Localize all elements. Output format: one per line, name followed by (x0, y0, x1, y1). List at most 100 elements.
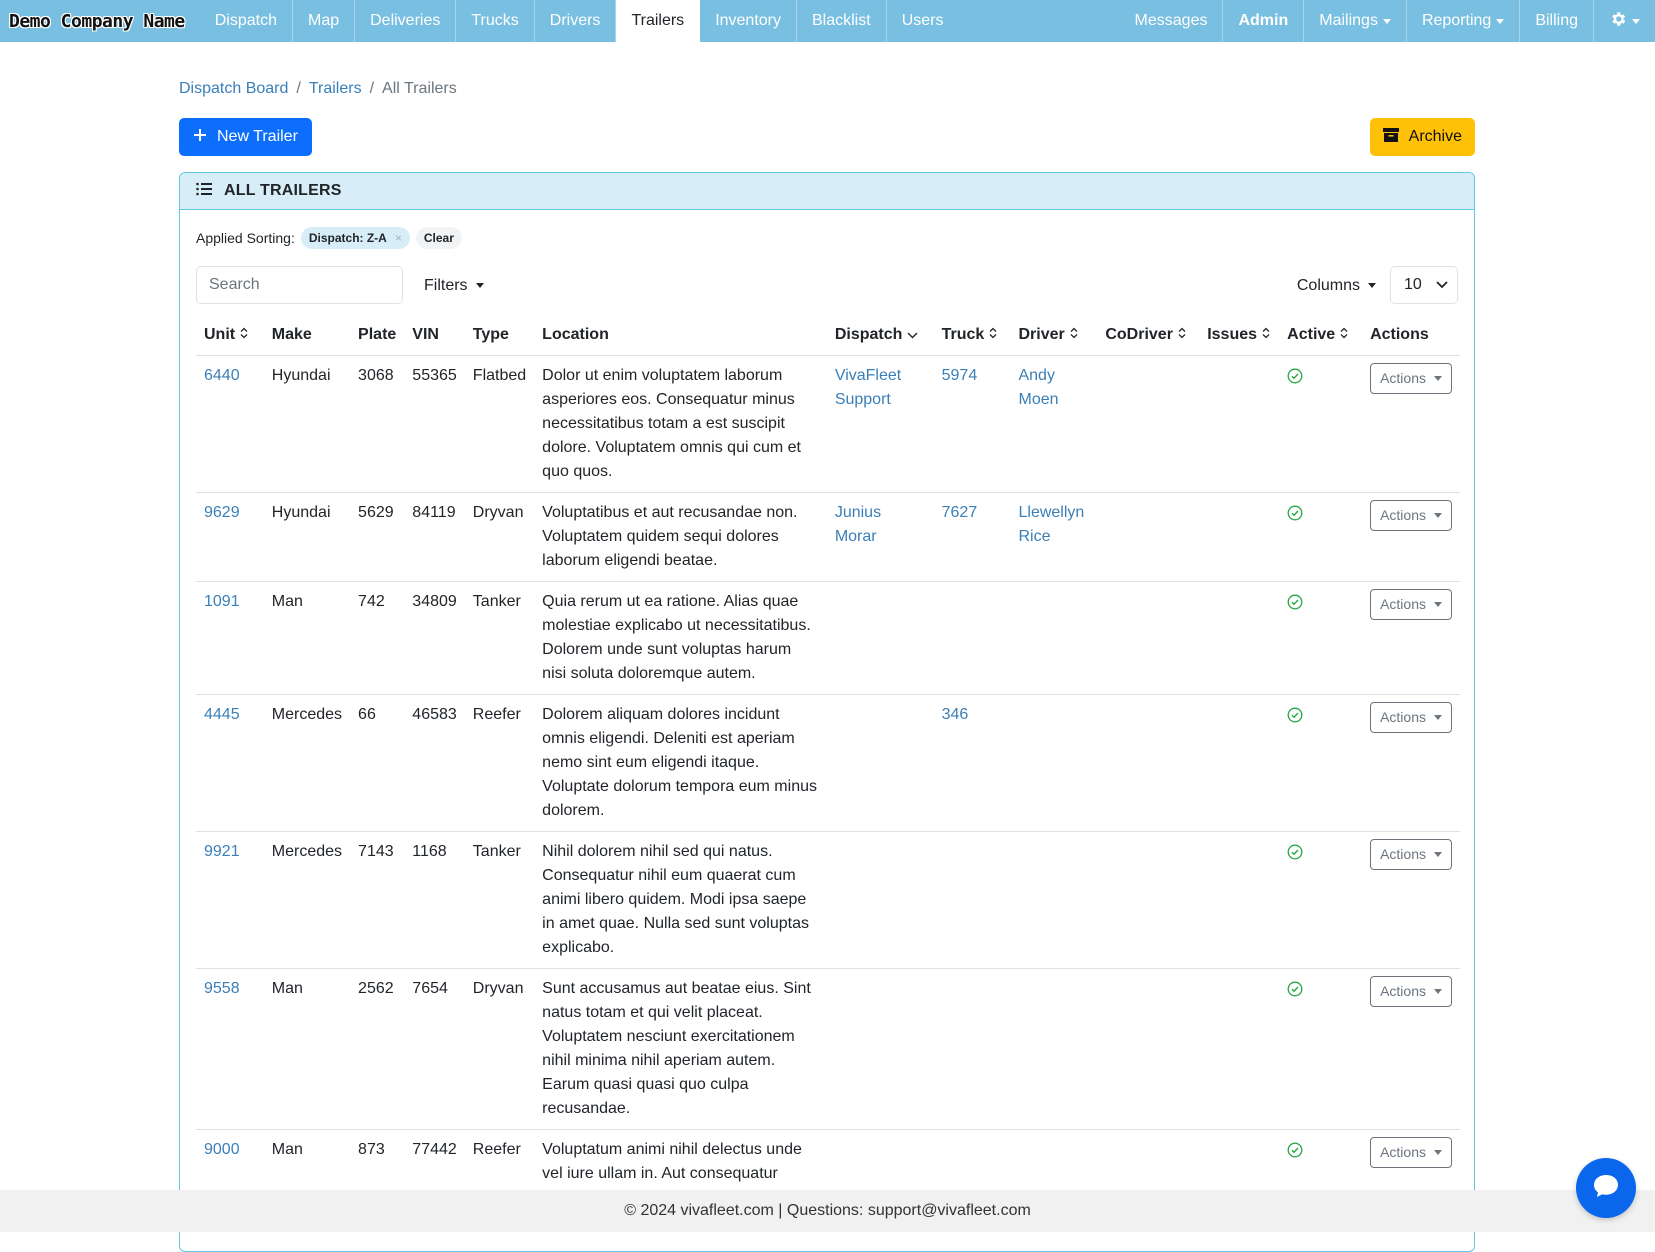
caret-down-icon (1434, 988, 1442, 994)
unit-link[interactable]: 9558 (204, 980, 240, 997)
nav-messages[interactable]: Messages (1120, 0, 1224, 42)
row-actions-button[interactable]: Actions (1370, 838, 1452, 870)
row-actions-label: Actions (1380, 846, 1426, 862)
cell-plate: 66 (350, 694, 405, 832)
cell-location: Quia rerum ut ea ratione. Alias quae mol… (534, 581, 827, 695)
header-active[interactable]: Active (1279, 315, 1363, 356)
dispatch-link[interactable]: VivaFleet Support (835, 367, 901, 408)
clear-sorting-button[interactable]: Clear (415, 227, 462, 249)
nav-dispatch[interactable]: Dispatch (200, 0, 293, 42)
cell-codriver (1097, 968, 1200, 1130)
cell-vin: 7654 (404, 968, 465, 1130)
footer-text: © 2024 vivafleet.com | Questions: suppor… (624, 1202, 1031, 1219)
row-actions-label: Actions (1380, 983, 1426, 999)
cell-plate: 5629 (350, 492, 405, 582)
applied-sorting: Applied Sorting: Dispatch: Z-A × Clear (196, 227, 462, 249)
truck-link[interactable]: 346 (942, 706, 969, 723)
check-circle-icon (1287, 505, 1303, 525)
nav-deliveries[interactable]: Deliveries (355, 0, 457, 42)
cell-active (1279, 581, 1363, 695)
breadcrumb-dispatch-board[interactable]: Dispatch Board (179, 80, 288, 97)
table-row: 9558 Man 2562 7654 Dryvan Sunt accusamus aut … (196, 968, 1460, 1130)
header-truck[interactable]: Truck (933, 315, 1011, 356)
cell-dispatch: VivaFleet Support (826, 355, 934, 493)
header-unit[interactable]: Unit (196, 315, 264, 356)
cell-type: Reefer (464, 694, 535, 832)
close-icon[interactable]: × (395, 231, 402, 245)
cell-active (1279, 694, 1363, 832)
nav-reporting[interactable]: Reporting (1407, 0, 1521, 42)
truck-link[interactable]: 5974 (942, 367, 978, 384)
plus-icon (193, 128, 207, 147)
cell-dispatch (826, 581, 934, 695)
cell-codriver (1097, 581, 1200, 695)
unit-link[interactable]: 1091 (204, 593, 240, 610)
archive-box-icon (1382, 127, 1399, 147)
cell-active (1279, 831, 1363, 969)
per-page-select[interactable]: 10 (1390, 266, 1458, 304)
cell-truck (933, 581, 1011, 695)
row-actions-button[interactable]: Actions (1370, 701, 1452, 733)
nav-mailings[interactable]: Mailings (1304, 0, 1407, 42)
caret-down-icon (1434, 714, 1442, 720)
row-actions-button[interactable]: Actions (1370, 362, 1452, 394)
columns-dropdown[interactable]: Columns (1297, 277, 1376, 295)
dispatch-link[interactable]: Junius Morar (835, 504, 881, 545)
cell-unit: 9558 (196, 968, 264, 1130)
nav-right: Messages Admin Mailings Reporting Billin… (1120, 0, 1655, 42)
search-input[interactable] (196, 266, 403, 304)
new-trailer-button[interactable]: New Trailer (179, 118, 312, 156)
driver-link[interactable]: Andy Moen (1018, 367, 1058, 408)
header-active-label: Active (1287, 325, 1336, 343)
caret-down-icon (1434, 601, 1442, 607)
header-dispatch-label: Dispatch (834, 325, 903, 343)
nav-map[interactable]: Map (293, 0, 356, 42)
nav-blacklist[interactable]: Blacklist (797, 0, 887, 42)
unit-link[interactable]: 9000 (204, 1141, 240, 1158)
nav-inventory[interactable]: Inventory (700, 0, 797, 42)
header-vin: VIN (404, 315, 465, 356)
check-circle-icon (1287, 1142, 1303, 1162)
cell-type: Reefer (464, 1129, 535, 1195)
cell-type: Dryvan (464, 492, 535, 582)
nav-admin[interactable]: Admin (1223, 0, 1305, 42)
nav-trailers[interactable]: Trailers (616, 0, 701, 42)
filters-label: Filters (424, 277, 468, 294)
caret-down-icon (1434, 1149, 1442, 1155)
archive-label: Archive (1408, 128, 1462, 145)
row-actions-button[interactable]: Actions (1370, 975, 1452, 1007)
row-actions-button[interactable]: Actions (1370, 588, 1452, 620)
nav-trucks[interactable]: Trucks (456, 0, 535, 42)
nav-drivers[interactable]: Drivers (535, 0, 617, 42)
sort-chip[interactable]: Dispatch: Z-A × (300, 227, 410, 249)
unit-link[interactable]: 9629 (204, 504, 240, 521)
row-actions-button[interactable]: Actions (1370, 1136, 1452, 1168)
unit-link[interactable]: 9921 (204, 843, 240, 860)
breadcrumb-trailers[interactable]: Trailers (309, 80, 362, 97)
caret-down-icon (1632, 18, 1640, 24)
archive-button[interactable]: Archive (1369, 118, 1475, 156)
nav-users[interactable]: Users (887, 0, 959, 42)
settings-menu[interactable] (1594, 0, 1655, 42)
truck-link[interactable]: 7627 (942, 504, 978, 521)
cell-codriver (1097, 831, 1200, 969)
cell-issues (1199, 492, 1280, 582)
nav-billing[interactable]: Billing (1520, 0, 1594, 42)
driver-link[interactable]: Llewellyn Rice (1018, 504, 1084, 545)
filters-dropdown[interactable]: Filters (424, 277, 484, 295)
chat-button[interactable] (1576, 1158, 1636, 1218)
cell-active (1279, 355, 1363, 493)
brand-logo[interactable]: Demo Company Name (0, 0, 200, 42)
chevron-down-icon (907, 326, 918, 344)
header-dispatch[interactable]: Dispatch (826, 315, 934, 356)
header-issues[interactable]: Issues (1199, 315, 1280, 356)
top-navbar: Demo Company Name Dispatch Map Deliverie… (0, 0, 1655, 42)
unit-link[interactable]: 4445 (204, 706, 240, 723)
cell-plate: 873 (350, 1129, 405, 1195)
header-codriver[interactable]: CoDriver (1097, 315, 1200, 356)
unit-link[interactable]: 6440 (204, 367, 240, 384)
header-driver[interactable]: Driver (1010, 315, 1098, 356)
cell-vin: 55365 (404, 355, 465, 493)
cell-unit: 1091 (196, 581, 264, 695)
row-actions-button[interactable]: Actions (1370, 499, 1452, 531)
